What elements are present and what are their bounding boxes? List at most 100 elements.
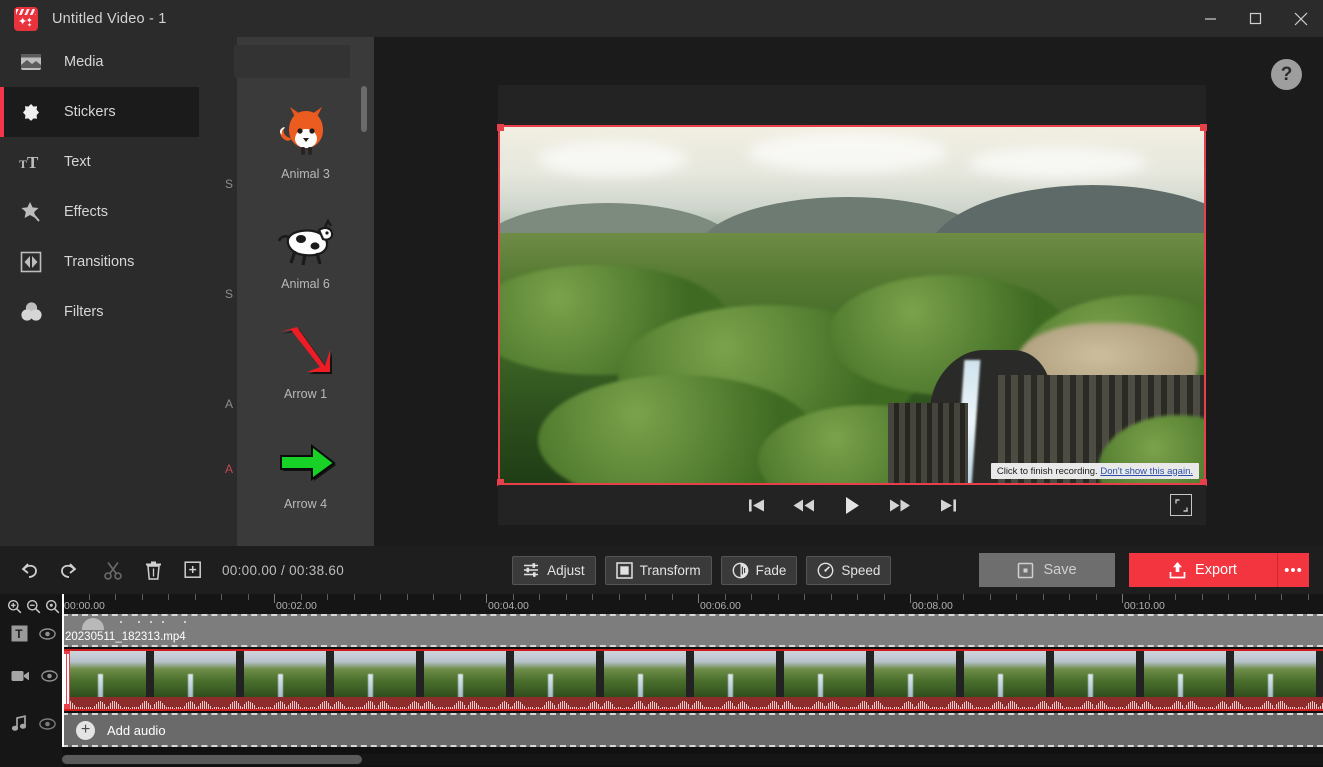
audio-track-icon xyxy=(11,715,28,732)
ruler-label: 00:04.00 xyxy=(488,600,529,612)
delete-button[interactable] xyxy=(136,553,170,587)
duplicate-button[interactable] xyxy=(176,553,210,587)
speed-button[interactable]: Speed xyxy=(806,556,891,585)
zoom-in-icon[interactable] xyxy=(6,598,23,615)
ruler-label: 00:00.00 xyxy=(64,600,105,612)
tooltip-link[interactable]: Don't show this again. xyxy=(1100,466,1193,477)
timeline-ruler[interactable]: 00:00.00 00:02.00 00:04.00 00:06.00 00:08.00… xyxy=(62,594,1323,614)
window-title: Untitled Video - 1 xyxy=(52,11,167,27)
sidebar-label-media: Media xyxy=(64,54,104,70)
svg-text:T: T xyxy=(15,627,23,641)
zoom-fit-icon[interactable] xyxy=(44,598,61,615)
minimize-button[interactable] xyxy=(1188,0,1233,37)
redo-button[interactable] xyxy=(52,553,86,587)
sticker-item[interactable]: Animal 6 xyxy=(237,196,374,306)
eye-icon[interactable] xyxy=(39,628,56,640)
timeline-video-track[interactable] xyxy=(62,649,1323,711)
ruler-label: 00:02.00 xyxy=(276,600,317,612)
track-header-video[interactable] xyxy=(0,669,62,683)
sidebar-label-stickers: Stickers xyxy=(64,104,116,120)
fullscreen-icon xyxy=(1175,499,1188,512)
timeline-text-track[interactable]: 20230511_182313.mp4 xyxy=(62,614,1323,647)
text-icon: T T xyxy=(18,149,44,175)
adjust-label: Adjust xyxy=(547,563,585,578)
sliders-icon xyxy=(523,562,540,578)
clip-thumbnail xyxy=(514,651,596,699)
undo-button[interactable] xyxy=(12,553,46,587)
ruler-label: 00:06.00 xyxy=(700,600,741,612)
video-frame-image xyxy=(498,125,1206,485)
clip-thumbnail xyxy=(424,651,506,699)
red-arrow-sticker xyxy=(275,321,337,383)
fullscreen-button[interactable] xyxy=(1170,494,1192,516)
clip-thumbnail xyxy=(874,651,956,699)
add-audio-label: Add audio xyxy=(107,723,166,738)
undo-icon xyxy=(19,561,39,579)
tooltip-text: Click to finish recording. xyxy=(997,466,1098,477)
track-header-audio[interactable] xyxy=(0,715,62,732)
sticker-item[interactable]: Animal 3 xyxy=(237,86,374,196)
playhead[interactable] xyxy=(62,594,64,747)
fade-button[interactable]: Fade xyxy=(721,556,798,585)
transform-button[interactable]: Transform xyxy=(605,556,712,585)
clip-thumbnail xyxy=(694,651,776,699)
clapperboard-icon: ✦✦✦ xyxy=(14,7,38,31)
fade-label: Fade xyxy=(756,563,787,578)
sticker-item[interactable]: Arrow 4 xyxy=(237,416,374,526)
play-button[interactable] xyxy=(828,485,876,525)
export-more-button[interactable]: ••• xyxy=(1277,553,1309,587)
transform-icon xyxy=(616,562,633,579)
zoom-controls xyxy=(0,594,62,615)
timeline: T xyxy=(0,594,1323,767)
sidebar-label-filters: Filters xyxy=(64,304,103,320)
clip-thumbnail xyxy=(154,651,236,699)
save-button[interactable]: Save xyxy=(979,553,1115,587)
help-button[interactable]: ? xyxy=(1271,59,1302,90)
video-track-icon xyxy=(11,669,30,683)
track-header-text[interactable]: T xyxy=(0,625,62,642)
eye-icon[interactable] xyxy=(41,670,58,682)
collapsed-panel-sliver: S S A A xyxy=(199,37,237,546)
video-canvas[interactable]: Click to finish recording. Don't show th… xyxy=(498,125,1206,485)
maximize-button[interactable] xyxy=(1233,0,1278,37)
skip-to-end-button[interactable] xyxy=(924,485,972,525)
fast-forward-button[interactable] xyxy=(876,485,924,525)
speed-label: Speed xyxy=(841,563,880,578)
adjust-button[interactable]: Adjust xyxy=(512,556,596,585)
clip-thumbnail xyxy=(1144,651,1226,699)
ruler-label: 00:08.00 xyxy=(912,600,953,612)
action-toolbar: 00:00.00 / 00:38.60 Adjust Transform xyxy=(0,546,1323,594)
transform-label: Transform xyxy=(640,563,701,578)
stickers-list[interactable]: Animal 3 xyxy=(237,86,374,546)
speedometer-icon xyxy=(817,562,834,579)
timeline-audio-track[interactable]: + Add audio xyxy=(62,713,1323,747)
timeline-scrollbar-track[interactable] xyxy=(62,754,1323,765)
skip-to-start-button[interactable] xyxy=(732,485,780,525)
cow-sticker xyxy=(275,211,337,273)
plus-circle-icon: + xyxy=(76,721,95,740)
rewind-button[interactable] xyxy=(780,485,828,525)
timeline-scrollbar-thumb[interactable] xyxy=(62,755,362,764)
text-track-icon: T xyxy=(11,625,28,642)
video-player: Click to finish recording. Don't show th… xyxy=(498,85,1206,525)
stickers-scrollbar[interactable] xyxy=(361,86,367,132)
duplicate-icon xyxy=(184,561,202,579)
export-button[interactable]: Export xyxy=(1129,553,1277,587)
clip-thumbnail xyxy=(244,651,326,699)
stickers-icon xyxy=(18,99,44,125)
media-icon xyxy=(18,49,44,75)
cut-button[interactable] xyxy=(96,553,130,587)
stickers-panel: Animal 3 xyxy=(237,37,374,546)
close-button[interactable] xyxy=(1278,0,1323,37)
stickers-search-box[interactable] xyxy=(234,45,350,78)
clip-thumbnail xyxy=(1054,651,1136,699)
redo-icon xyxy=(59,561,79,579)
green-arrow-sticker xyxy=(274,431,338,493)
clip-thumbnail xyxy=(334,651,416,699)
zoom-out-icon[interactable] xyxy=(25,598,42,615)
sticker-item[interactable]: Arrow 1 xyxy=(237,306,374,416)
window-controls xyxy=(1188,0,1323,37)
effects-icon xyxy=(18,199,44,225)
eye-icon[interactable] xyxy=(39,718,56,730)
clip-thumbnail xyxy=(784,651,866,699)
